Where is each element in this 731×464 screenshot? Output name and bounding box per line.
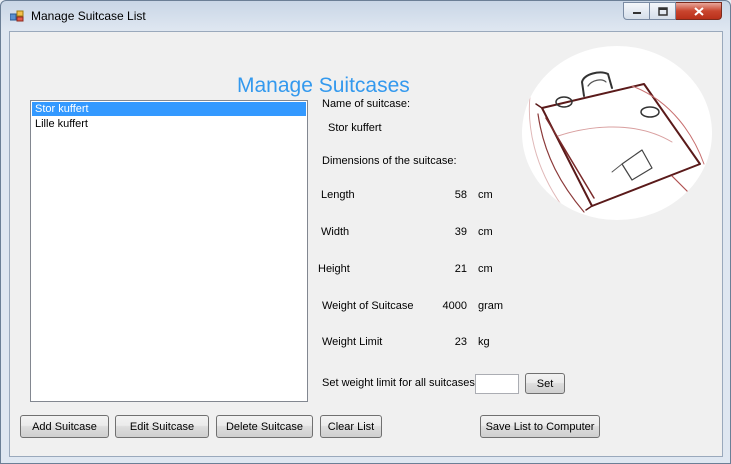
width-label: Width bbox=[321, 226, 350, 238]
length-value: 58 bbox=[454, 189, 467, 201]
form-body: Manage Suitcases Stor kuffert Lille kuff… bbox=[9, 31, 723, 457]
app-window: Manage Suitcase List Manage Suitcases St… bbox=[0, 0, 731, 464]
set-all-limit-label: Set weight limit for all suitcases bbox=[322, 377, 475, 389]
weight-value: 4000 bbox=[442, 300, 467, 312]
set-button[interactable]: Set bbox=[525, 373, 565, 394]
maximize-button[interactable] bbox=[650, 2, 676, 20]
suitcase-name-label: Name of suitcase: bbox=[322, 98, 411, 110]
dimensions-label: Dimensions of the suitcase: bbox=[322, 155, 457, 167]
edit-suitcase-button[interactable]: Edit Suitcase bbox=[115, 415, 209, 438]
weight-limit-unit: kg bbox=[478, 336, 490, 348]
suitcase-listbox[interactable]: Stor kuffert Lille kuffert bbox=[30, 100, 308, 402]
clear-list-button[interactable]: Clear List bbox=[320, 415, 382, 438]
save-list-button[interactable]: Save List to Computer bbox=[480, 415, 600, 438]
app-icon bbox=[10, 10, 24, 22]
add-suitcase-button[interactable]: Add Suitcase bbox=[20, 415, 109, 438]
weight-limit-value: 23 bbox=[454, 336, 467, 348]
list-item[interactable]: Lille kuffert bbox=[32, 117, 306, 131]
delete-suitcase-button[interactable]: Delete Suitcase bbox=[216, 415, 313, 438]
window-controls bbox=[623, 2, 722, 20]
minimize-icon bbox=[632, 12, 641, 14]
weight-limit-label: Weight Limit bbox=[322, 336, 383, 348]
weight-label: Weight of Suitcase bbox=[322, 300, 414, 312]
width-unit: cm bbox=[478, 226, 493, 238]
window-title: Manage Suitcase List bbox=[31, 9, 146, 23]
close-button[interactable] bbox=[676, 2, 722, 20]
height-value: 21 bbox=[454, 263, 467, 275]
title-bar[interactable]: Manage Suitcase List bbox=[1, 1, 730, 31]
suitcase-picture bbox=[522, 46, 712, 220]
weight-limit-input[interactable] bbox=[475, 374, 519, 394]
height-unit: cm bbox=[478, 263, 493, 275]
length-label: Length bbox=[321, 189, 355, 201]
maximize-icon bbox=[657, 6, 668, 16]
suitcase-name-value: Stor kuffert bbox=[328, 122, 382, 134]
list-item[interactable]: Stor kuffert bbox=[32, 102, 306, 116]
length-unit: cm bbox=[478, 189, 493, 201]
close-icon bbox=[693, 6, 704, 16]
page-title: Manage Suitcases bbox=[237, 74, 410, 97]
suitcase-sketch bbox=[528, 71, 705, 213]
weight-unit: gram bbox=[478, 300, 504, 312]
minimize-button[interactable] bbox=[623, 2, 650, 20]
height-label: Height bbox=[318, 263, 350, 275]
width-value: 39 bbox=[454, 226, 467, 238]
